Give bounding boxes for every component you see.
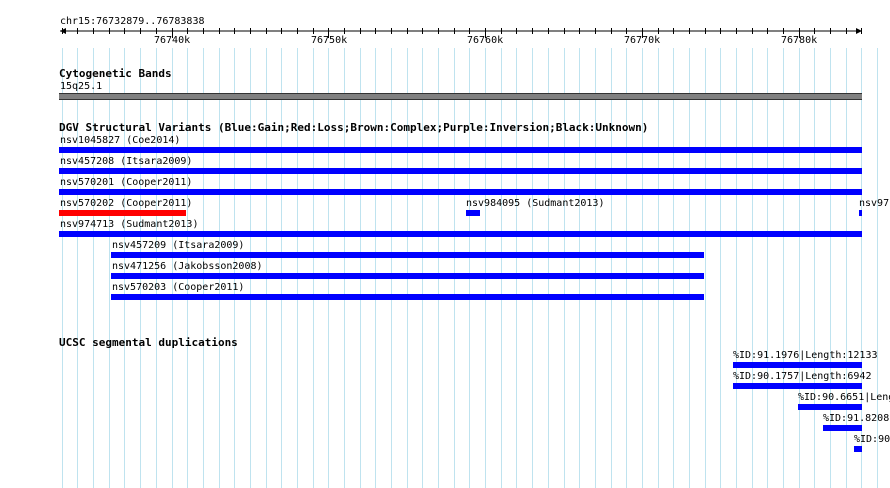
dgv-feature-bar[interactable]: [59, 189, 862, 195]
dgv-track-title: DGV Structural Variants (Blue:Gain;Red:L…: [59, 121, 649, 134]
ruler-tick-label: 76780k: [781, 35, 818, 46]
cytoband-label: 15q25.1: [60, 81, 103, 92]
dgv-feature-label: nsv984095 (Sudmant2013): [466, 198, 605, 209]
dgv-feature-bar[interactable]: [59, 168, 862, 174]
segdups-track-title: UCSC segmental duplications: [59, 336, 238, 349]
ruler-tick-label: 76760k: [467, 35, 504, 46]
ruler-tick-label: 76750k: [311, 35, 348, 46]
segdup-feature-label: %ID:90.6651|Leng: [798, 392, 890, 403]
ruler[interactable]: [0, 0, 890, 50]
dgv-feature-label: nsv570203 (Cooper2011): [112, 282, 245, 293]
dgv-feature-label: nsv570201 (Cooper2011): [60, 177, 193, 188]
dgv-feature-bar[interactable]: [111, 294, 704, 300]
dgv-feature-label: nsv97: [859, 198, 890, 209]
dgv-feature-bar[interactable]: [466, 210, 480, 216]
segdup-feature-label: %ID:91.8208: [823, 413, 890, 424]
dgv-feature-bar[interactable]: [111, 273, 704, 279]
segdup-feature-bar[interactable]: [733, 383, 862, 389]
ruler-tick-label: 76770k: [624, 35, 661, 46]
dgv-feature-bar[interactable]: [859, 210, 862, 216]
segdup-feature-bar[interactable]: [733, 362, 862, 368]
dgv-feature-label: nsv457208 (Itsara2009): [60, 156, 193, 167]
dgv-feature-label: nsv471256 (Jakobsson2008): [112, 261, 263, 272]
dgv-feature-label: nsv974713 (Sudmant2013): [60, 219, 199, 230]
segdup-feature-label: %ID:90: [854, 434, 890, 445]
dgv-feature-bar-loss[interactable]: [59, 210, 186, 216]
dgv-feature-bar[interactable]: [111, 252, 704, 258]
dgv-feature-bar[interactable]: [59, 147, 862, 153]
cytoband-15q25-1[interactable]: [59, 93, 862, 100]
segdup-feature-label: %ID:90.1757|Length:6942: [733, 371, 872, 382]
segdup-feature-label: %ID:91.1976|Length:12133: [733, 350, 878, 361]
segdup-feature-bar[interactable]: [823, 425, 862, 431]
cytobands-track-title: Cytogenetic Bands: [59, 67, 172, 80]
dgv-feature-bar[interactable]: [59, 231, 862, 237]
dgv-feature-label: nsv457209 (Itsara2009): [112, 240, 245, 251]
segdup-feature-bar[interactable]: [854, 446, 862, 452]
dgv-feature-label: nsv1045827 (Coe2014): [60, 135, 181, 146]
ruler-tick-label: 76740k: [154, 35, 191, 46]
segdup-feature-bar[interactable]: [798, 404, 862, 410]
dgv-feature-label: nsv570202 (Cooper2011): [60, 198, 193, 209]
